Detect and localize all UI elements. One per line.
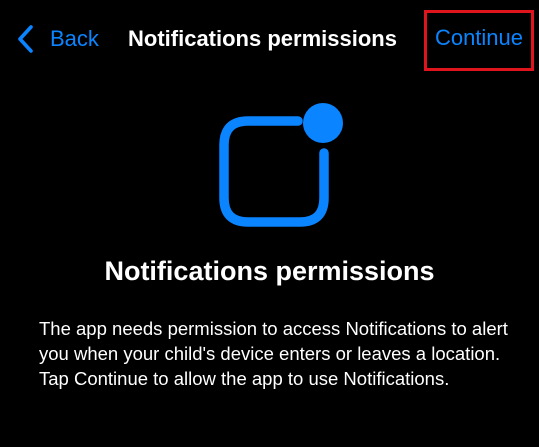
continue-label: Continue bbox=[434, 24, 524, 50]
page-heading: Notifications permissions bbox=[104, 256, 435, 286]
back-label: Back bbox=[50, 26, 99, 51]
back-button[interactable]: Back bbox=[16, 22, 99, 56]
chevron-left-icon bbox=[18, 25, 33, 53]
permission-description: The app needs permission to access Notif… bbox=[39, 318, 508, 389]
nav-title: Notifications permissions bbox=[128, 26, 397, 51]
notification-badge-icon bbox=[219, 103, 343, 227]
notifications-permissions-screen: Back Notifications permissions Continue … bbox=[0, 0, 539, 447]
continue-button[interactable]: Continue bbox=[424, 10, 534, 71]
